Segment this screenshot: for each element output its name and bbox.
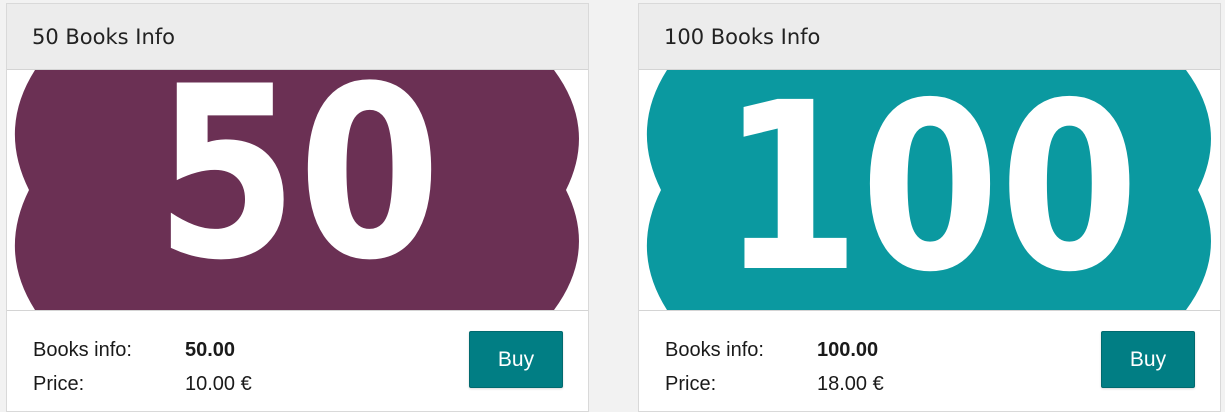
price-row: Price: 10.00 € (33, 367, 252, 401)
badge-100-image: 100 (646, 70, 1211, 310)
product-image[interactable]: 50 (7, 70, 588, 310)
badge-50-image: 50 (14, 70, 579, 310)
books-info-row: Books info: 50.00 (33, 333, 252, 367)
card-title: 50 Books Info (7, 4, 588, 70)
card-footer: Books info: 100.00 Price: 18.00 € Buy (639, 310, 1220, 411)
price-label: Price: (33, 373, 85, 395)
badge-number: 50 (155, 70, 441, 310)
buy-button[interactable]: Buy (1101, 331, 1195, 388)
product-info: Books info: 100.00 Price: 18.00 € (665, 333, 884, 401)
page: 50 Books Info 50 Books info: 50.00 Price… (0, 0, 1225, 412)
books-info-row: Books info: 100.00 (665, 333, 884, 367)
books-info-value: 100.00 (817, 339, 879, 361)
buy-button[interactable]: Buy (469, 331, 563, 388)
product-info: Books info: 50.00 Price: 10.00 € (33, 333, 252, 401)
product-image[interactable]: 100 (639, 70, 1220, 310)
books-info-value: 50.00 (185, 339, 236, 361)
price-label: Price: (665, 373, 717, 395)
books-info-label: Books info: (665, 339, 764, 361)
card-title: 100 Books Info (639, 4, 1220, 70)
badge-number: 100 (721, 70, 1139, 310)
books-info-label: Books info: (33, 339, 132, 361)
product-card-100-books: 100 Books Info 100 Books info: 100.00 Pr… (638, 3, 1221, 412)
price-value: 10.00 € (185, 373, 252, 395)
product-card-50-books: 50 Books Info 50 Books info: 50.00 Price… (6, 3, 589, 412)
price-row: Price: 18.00 € (665, 367, 884, 401)
price-value: 18.00 € (817, 373, 884, 395)
card-footer: Books info: 50.00 Price: 10.00 € Buy (7, 310, 588, 411)
